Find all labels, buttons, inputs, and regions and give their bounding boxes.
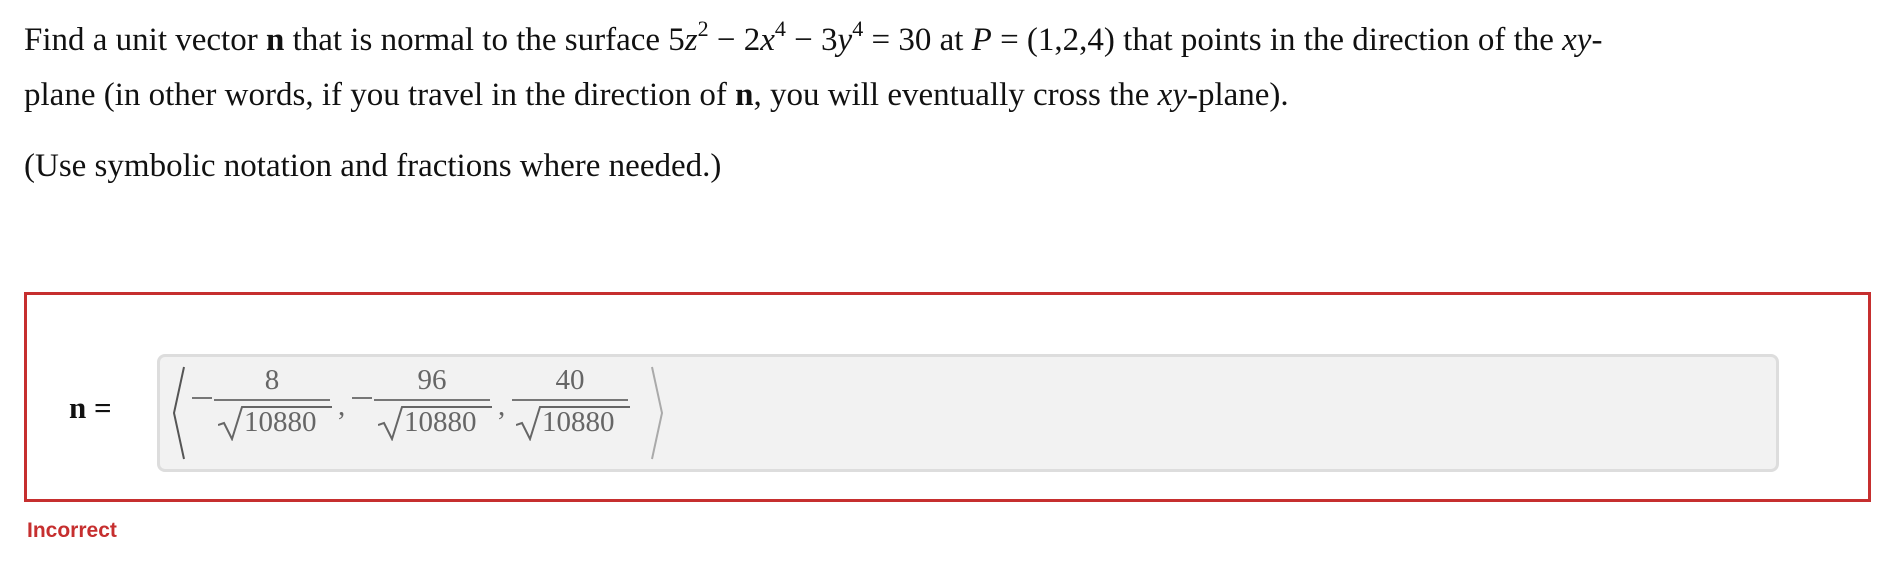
xy-symbol: xy (1157, 77, 1187, 113)
denominator: 10880 (214, 403, 332, 441)
exponent: 2 (697, 16, 709, 41)
question-segment: = (1,2,4) that points in the direction o… (991, 22, 1563, 58)
question-paragraph: Find a unit vector n that is normal to t… (24, 14, 1874, 122)
question-segment: Find a unit vector (24, 22, 266, 58)
denominator-value: 10880 (244, 406, 317, 438)
numerator: 96 (417, 364, 447, 396)
vector-n-symbol: n (735, 77, 754, 113)
question-segment: - (1591, 22, 1603, 58)
question-segment: plane (in other words, if you travel in … (24, 77, 736, 113)
point-p-symbol: P (971, 22, 992, 58)
left-angle-bracket-icon (172, 366, 185, 460)
question-segment: − 3 (785, 22, 838, 58)
component-sign (192, 397, 212, 399)
math-input-field[interactable]: 8 10880 , 96 10880 , 40 10880 (157, 354, 1779, 472)
denominator: 10880 (512, 403, 630, 441)
component-sign (352, 397, 372, 399)
numerator: 40 (555, 364, 585, 396)
question-segment: , you will eventually cross the (753, 77, 1158, 113)
fraction-bar (374, 399, 490, 401)
exponent: 4 (852, 16, 864, 41)
instruction-text: (Use symbolic notation and fractions whe… (24, 148, 722, 184)
question-segment: that is normal to the surface 5 (284, 22, 685, 58)
variable-z: z (684, 22, 698, 58)
fraction-z: 40 10880 (512, 364, 630, 441)
answer-label: n = (69, 390, 112, 425)
feedback-status: Incorrect (27, 519, 117, 542)
question-text: Find a unit vector n that is normal to t… (24, 14, 1874, 193)
question-segment: − 2 (708, 22, 761, 58)
separator: , (338, 390, 346, 422)
denominator-value: 10880 (542, 406, 615, 438)
fraction-x: 8 10880 (214, 364, 332, 441)
answer-box: n = 8 10880 , 96 10880 , 40 10880 (24, 292, 1871, 502)
denominator: 10880 (374, 403, 492, 441)
right-angle-bracket-icon (651, 366, 664, 460)
question-segment: -plane). (1186, 77, 1289, 113)
fraction-bar (512, 399, 628, 401)
exponent: 4 (774, 16, 786, 41)
separator: , (498, 390, 506, 422)
fraction-bar (214, 399, 330, 401)
numerator: 8 (264, 364, 280, 396)
question-segment: = 30 at (863, 22, 972, 58)
variable-x: x (760, 22, 775, 58)
denominator-value: 10880 (404, 406, 477, 438)
variable-y: y (837, 22, 853, 58)
xy-symbol: xy (1562, 22, 1592, 58)
vector-n-symbol: n (265, 22, 285, 58)
fraction-y: 96 10880 (374, 364, 492, 441)
